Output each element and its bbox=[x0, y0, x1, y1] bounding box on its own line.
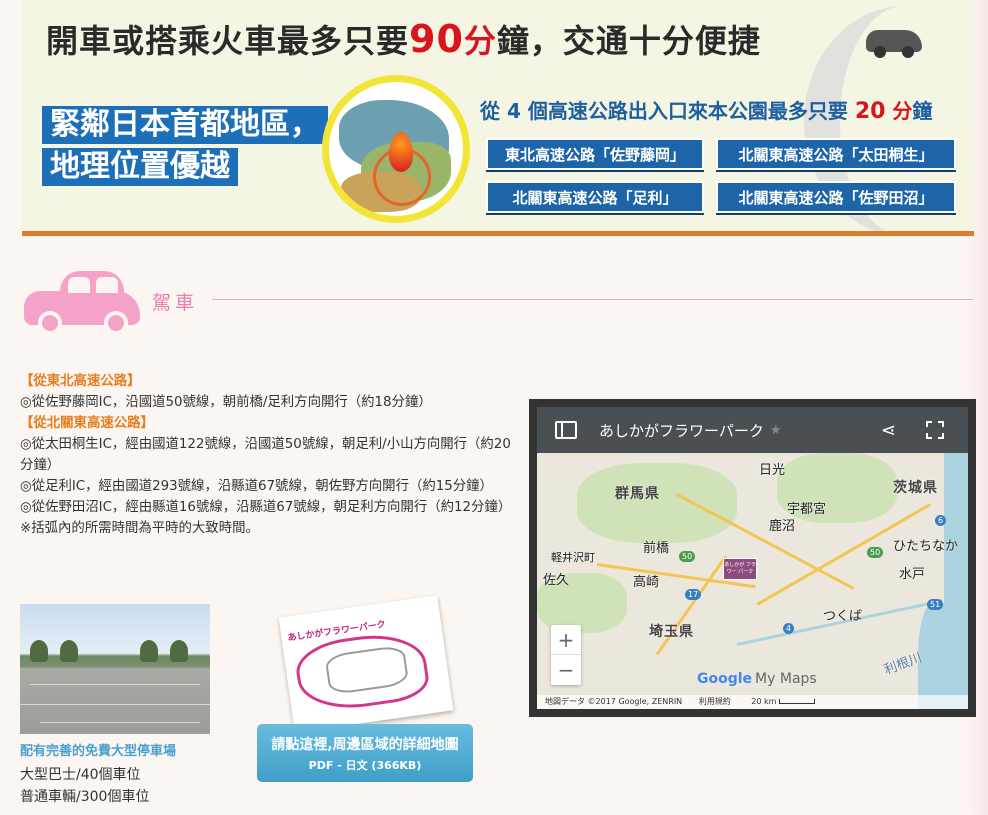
direction-item: ◎從佐野田沼IC，經由縣道16號線，沿縣道67號線，朝足利方向開行（約12分鐘） bbox=[20, 500, 512, 515]
map-label: ひたちなか bbox=[893, 539, 959, 554]
map-label: 群馬県 bbox=[615, 486, 660, 502]
section-title: 駕車 bbox=[152, 292, 199, 314]
directions-note: ※括弧內的所需時間為平時的大致時間。 bbox=[20, 521, 259, 536]
bus-spaces: 大型巴士/40個車位 bbox=[20, 767, 141, 783]
map-toolbar: あしかがフラワーパーク ★ ⋖ bbox=[537, 407, 968, 453]
tagline-1: 緊鄰日本首都地區， bbox=[42, 106, 328, 144]
directions-heading-kitakanto: 【從北關東高速公路】 bbox=[20, 416, 154, 431]
embedded-map[interactable]: あしかがフラワーパーク ★ ⋖ 群馬県 茨城県 埼玉県 日光 宇都宮 鹿沼 前橋… bbox=[529, 399, 976, 717]
terms-link[interactable]: 利用規約 bbox=[699, 697, 731, 706]
direction-item: ◎從足利IC，經由國道293號線，沿縣道67號線，朝佐野方向開行（約15分鐘） bbox=[20, 479, 493, 494]
area-map-pdf-button[interactable]: 請點這裡,周邊區域的詳細地圖 PDF - 日文 (366KB) bbox=[257, 724, 473, 782]
route-shield: 17 bbox=[685, 589, 702, 600]
map-label: 高崎 bbox=[633, 575, 660, 590]
route-shield: 50 bbox=[679, 551, 696, 562]
car-section-icon bbox=[24, 271, 140, 335]
exit-sano-tanuma: 北關東高速公路「佐野田沼」 bbox=[716, 181, 956, 213]
map-label: つくば bbox=[823, 609, 863, 624]
map-label: 日光 bbox=[759, 463, 786, 478]
map-label: 佐久 bbox=[543, 573, 570, 588]
directions-heading-tohoku: 【從東北高速公路】 bbox=[20, 374, 141, 389]
highway-title: 從 4 個高速公路出入口來本公園最多只要 20 分鐘 bbox=[480, 99, 933, 124]
direction-item: ◎從佐野藤岡IC，沿國道50號線，朝前橋/足利方向開行（約18分鐘） bbox=[20, 395, 432, 410]
star-icon[interactable]: ★ bbox=[770, 423, 782, 438]
pdf-button-label: 請點這裡,周邊區域的詳細地圖 bbox=[271, 736, 459, 753]
parking-info: 大型巴士/40個車位 普通車輛/300個車位 bbox=[20, 764, 149, 808]
sidebar-toggle-icon[interactable] bbox=[555, 421, 577, 439]
map-attribution: 地図データ ©2017 Google, ZENRIN 利用規約 20 km bbox=[537, 695, 968, 709]
route-shield: 51 bbox=[927, 599, 944, 610]
scale-label: 20 km bbox=[751, 697, 777, 706]
tagline-2: 地理位置優越 bbox=[42, 148, 238, 186]
direction-item: ◎從太田桐生IC，經由國道122號線，沿國道50號線，朝足利/小山方向開行（約2… bbox=[20, 437, 511, 473]
flower-park-marker[interactable]: あしかが フラワー パーク bbox=[723, 558, 757, 580]
area-map-thumbnail[interactable]: あしかがフラワーパーク bbox=[278, 595, 454, 733]
share-icon[interactable]: ⋖ bbox=[881, 420, 896, 441]
map-label: 埼玉県 bbox=[649, 624, 694, 640]
scale-bar bbox=[779, 699, 816, 704]
map-label: 前橋 bbox=[643, 541, 670, 556]
google-logo: Google My Maps bbox=[697, 671, 817, 687]
route-shield: 4 bbox=[783, 623, 795, 634]
map-label: 軽井沢町 bbox=[551, 551, 595, 564]
zoom-in-button[interactable]: + bbox=[551, 625, 581, 655]
car-spaces: 普通車輛/300個車位 bbox=[20, 789, 150, 805]
map-canvas[interactable]: 群馬県 茨城県 埼玉県 日光 宇都宮 鹿沼 前橋 高崎 軽井沢町 佐久 ひたちな… bbox=[537, 453, 968, 709]
exit-sano-fujioka: 東北高速公路「佐野藤岡」 bbox=[486, 138, 704, 170]
map-label: 鹿沼 bbox=[769, 519, 796, 534]
zoom-controls: + − bbox=[551, 625, 581, 685]
fullscreen-icon[interactable] bbox=[926, 421, 944, 439]
zoom-out-button[interactable]: − bbox=[551, 655, 581, 685]
parking-caption: 配有完善的免費大型停車場 bbox=[20, 744, 177, 759]
banner-headline: 開車或搭乘火車最多只要90分鐘，交通十分便捷 bbox=[46, 17, 761, 61]
map-label: 茨城県 bbox=[893, 480, 938, 496]
exit-ashikaga: 北關東高速公路「足利」 bbox=[486, 181, 704, 213]
parking-lot-photo bbox=[20, 604, 210, 734]
driving-directions: 【從東北高速公路】 ◎從佐野藤岡IC，沿國道50號線，朝前橋/足利方向開行（約1… bbox=[20, 371, 516, 539]
exit-ota-kiryu: 北關東高速公路「太田桐生」 bbox=[716, 138, 956, 170]
headline-number: 90 bbox=[409, 17, 464, 61]
route-shield: 50 bbox=[867, 547, 884, 558]
route-shield: 6 bbox=[935, 515, 947, 526]
map-title[interactable]: あしかがフラワーパーク bbox=[599, 420, 764, 441]
car-icon bbox=[866, 30, 922, 58]
location-pin-icon bbox=[389, 132, 413, 172]
section-divider bbox=[212, 299, 973, 300]
region-map-icon bbox=[322, 75, 470, 223]
map-label: 水戸 bbox=[899, 567, 926, 582]
access-banner: 開車或搭乘火車最多只要90分鐘，交通十分便捷 緊鄰日本首都地區， 地理位置優越 … bbox=[22, 0, 974, 236]
pdf-button-sub: PDF - 日文 (366KB) bbox=[308, 758, 422, 772]
